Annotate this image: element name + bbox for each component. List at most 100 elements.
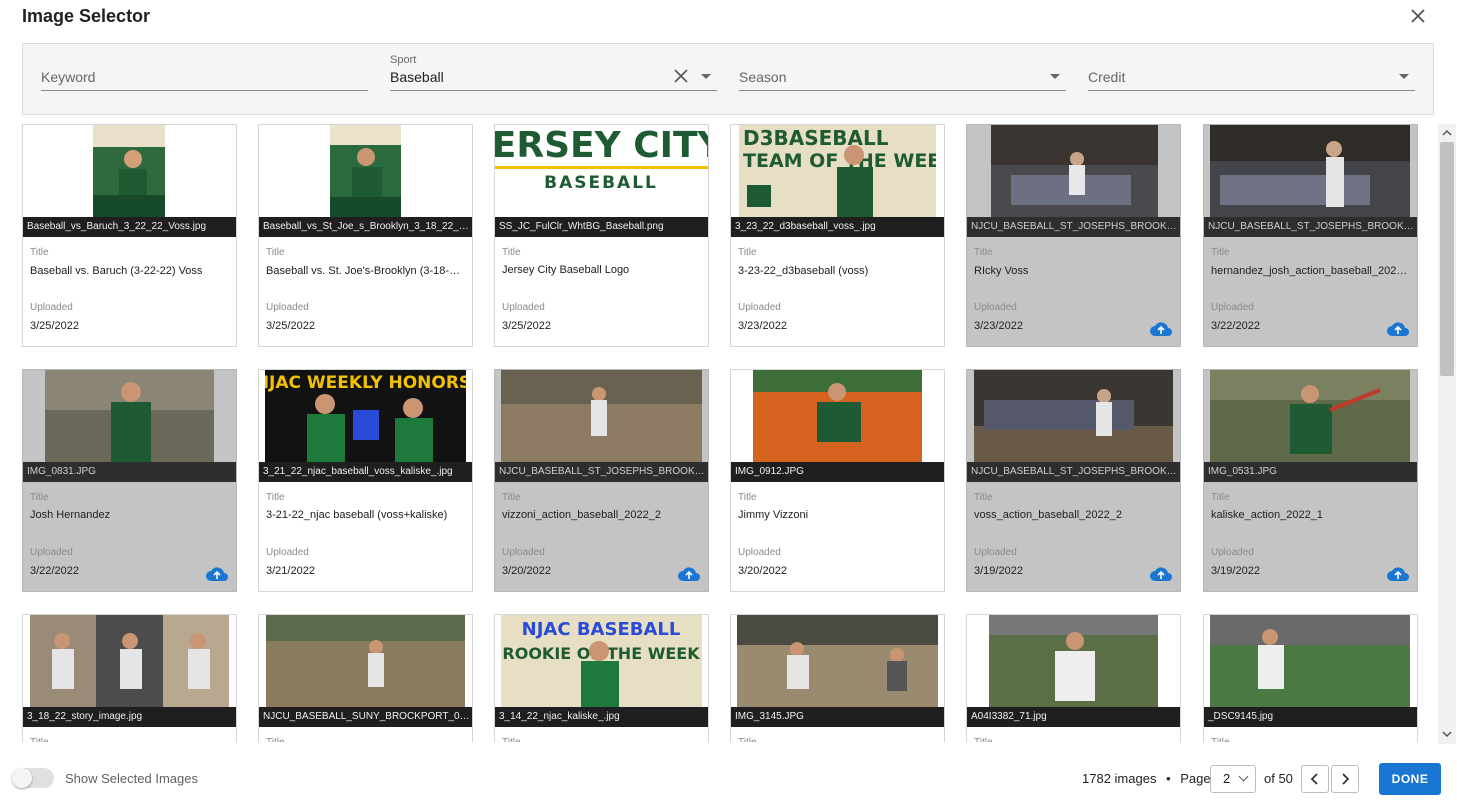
uploaded-label: Uploaded [974,547,1017,558]
cloud-upload-icon[interactable] [1387,321,1409,337]
card-uploaded: 3/25/2022 [266,320,315,332]
filename-bar: SS_JC_FulClr_WhtBG_Baseball.png [495,217,708,237]
image-card[interactable]: NJAC BASEBALL ROOKIE OF THE WEEK 3_14_22… [494,614,709,742]
card-uploaded: 3/25/2022 [30,320,79,332]
chevron-down-icon[interactable] [1050,74,1060,79]
thumbnail-image [753,370,922,462]
filename-bar: NJCU_BASEBALL_ST_JOSEPHS_BROOKLYN_031820… [967,217,1180,237]
thumbnail-image [737,615,938,707]
image-card[interactable]: NJCU_BASEBALL_ST_JOSEPHS_BROOKLYN_031820… [966,369,1181,592]
title-label: Title [738,247,757,258]
image-card[interactable]: NJCU_BASEBALL_ST_JOSEPHS_BROOKLYN_031820… [966,124,1181,347]
image-card[interactable]: _DSC9145.jpg Title [1203,614,1418,742]
thumbnail-image [989,615,1158,707]
prev-page-button[interactable] [1301,765,1329,793]
title-label: Title [30,492,49,503]
thumbnail-image: NJAC WEEKLY HONORS [265,370,466,462]
chevron-right-icon [1342,773,1350,785]
title-label: Title [502,247,521,258]
d3baseball-text: D3BASEBALL [743,126,889,150]
cloud-upload-icon[interactable] [1150,566,1172,582]
title-label: Title [266,737,285,742]
image-card[interactable]: D3BASEBALL TEAM OF THE WEEK 3_23_22_d3ba… [730,124,945,347]
image-card[interactable]: A04I3382_71.jpg Title [966,614,1181,742]
filename-bar: NJCU_BASEBALL_SUNY_BROCKPORT_02262022.jp… [259,707,472,727]
image-selector-dialog: Image Selector Keyword Sport Baseball Se… [0,0,1457,806]
image-card[interactable]: Baseball_vs_St_Joe_s_Brooklyn_3_18_22__H… [258,124,473,347]
image-card[interactable]: IMG_0531.JPG Title kaliske_action_2022_1… [1203,369,1418,592]
card-title: hernandez_josh_action_baseball_2022_2 [1211,265,1411,277]
chevron-down-icon[interactable] [1399,74,1409,79]
thumbnail-image [45,370,214,462]
chevron-down-icon [1238,771,1249,782]
filename-bar: IMG_0831.JPG [23,462,236,482]
card-uploaded: 3/22/2022 [30,565,79,577]
page-total: of 50 [1264,771,1293,786]
sport-select[interactable]: Sport Baseball [390,44,717,116]
card-uploaded: 3/22/2022 [1211,320,1260,332]
card-title: voss_action_baseball_2022_2 [974,509,1123,521]
card-title: Josh Hernandez [30,509,111,521]
image-card[interactable]: IMG_0912.JPG Title Jimmy Vizzoni Uploade… [730,369,945,592]
title-label: Title [974,247,993,258]
card-title: Jersey City Baseball Logo [502,264,630,276]
image-card[interactable]: NJCU_BASEBALL_SUNY_BROCKPORT_02262022.jp… [258,614,473,742]
keyword-placeholder: Keyword [41,69,96,85]
weekly-honors-text: NJAC WEEKLY HONORS [265,373,466,393]
cloud-upload-icon[interactable] [206,566,228,582]
filename-bar: IMG_0531.JPG [1204,462,1417,482]
done-button[interactable]: DONE [1379,763,1441,795]
dialog-title: Image Selector [22,6,151,26]
scroll-down-icon[interactable] [1438,727,1456,741]
image-card[interactable]: NJCU_BASEBALL_ST_JOSEPHS_BROOKLYN_031820… [494,369,709,592]
card-uploaded: 3/20/2022 [502,565,551,577]
filename-bar: 3_14_22_njac_kaliske_.jpg [495,707,708,727]
cloud-upload-icon[interactable] [1150,321,1172,337]
page-label: Page [1180,771,1211,786]
footer-bar: Show Selected Images 1782 images • Page … [0,750,1457,806]
chevron-down-icon[interactable] [701,74,711,79]
credit-select[interactable]: Credit [1088,44,1415,116]
title-label: Title [502,492,521,503]
filename-bar: 3_21_22_njac_baseball_voss_kaliske_.jpg [259,462,472,482]
uploaded-label: Uploaded [1211,547,1254,558]
show-selected-toggle[interactable] [12,768,54,788]
card-uploaded: 3/23/2022 [974,320,1023,332]
image-card[interactable]: IMG_0831.JPG Title Josh Hernandez Upload… [22,369,237,592]
credit-underline [1088,90,1415,91]
thumbnail-image: JERSEY CITY BASEBALL [495,125,708,217]
grid-scrollbar[interactable] [1438,124,1456,744]
title-label: Title [30,247,49,258]
image-card[interactable]: NJCU_BASEBALL_ST_JOSEPHS_BROOKLYN_031820… [1203,124,1418,347]
thumbnail-image [330,125,401,217]
clear-icon[interactable] [673,68,689,84]
scroll-thumb[interactable] [1440,142,1454,376]
title-label: Title [1211,737,1230,742]
next-page-button[interactable] [1331,765,1359,793]
sport-underline [390,90,717,91]
scroll-up-icon[interactable] [1438,126,1456,140]
image-card[interactable]: Baseball_vs_Baruch_3_22_22_Voss.jpg Titl… [22,124,237,347]
uploaded-label: Uploaded [266,302,309,313]
close-icon[interactable] [1408,6,1428,26]
page-select[interactable]: 2 [1210,765,1256,793]
thumbnail-image [93,125,165,217]
image-card[interactable]: IMG_3145.JPG Title [730,614,945,742]
title-label: Title [266,492,285,503]
image-card[interactable]: 3_18_22_story_image.jpg Title [22,614,237,742]
image-card[interactable]: JERSEY CITY BASEBALL SS_JC_FulClr_WhtBG_… [494,124,709,347]
filter-bar: Keyword Sport Baseball Season Credit [22,43,1434,115]
season-select[interactable]: Season [739,44,1066,116]
filename-bar: NJCU_BASEBALL_ST_JOSEPHS_BROOKLYN_031820… [1204,217,1417,237]
image-card[interactable]: NJAC WEEKLY HONORS 3_21_22_njac_baseball… [258,369,473,592]
keyword-field[interactable]: Keyword [41,44,368,116]
cloud-upload-icon[interactable] [1387,566,1409,582]
uploaded-label: Uploaded [502,547,545,558]
cloud-upload-icon[interactable] [678,566,700,582]
card-title: vizzoni_action_baseball_2022_2 [502,509,662,521]
filename-bar: Baseball_vs_Baruch_3_22_22_Voss.jpg [23,217,236,237]
card-title: kaliske_action_2022_1 [1211,509,1323,521]
uploaded-label: Uploaded [502,302,545,313]
season-underline [739,90,1066,91]
separator-dot: • [1166,771,1171,786]
